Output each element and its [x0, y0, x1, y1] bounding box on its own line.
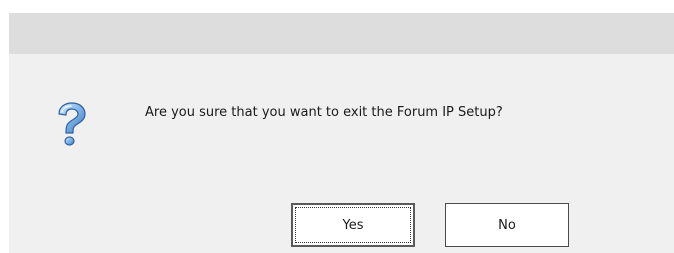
title-bar[interactable]: [9, 13, 674, 54]
dialog-message: Are you sure that you want to exit the F…: [145, 105, 503, 120]
question-icon: [53, 102, 89, 150]
yes-button[interactable]: Yes: [291, 203, 415, 247]
no-button[interactable]: No: [445, 203, 569, 247]
confirm-dialog: Are you sure that you want to exit the F…: [9, 13, 674, 253]
